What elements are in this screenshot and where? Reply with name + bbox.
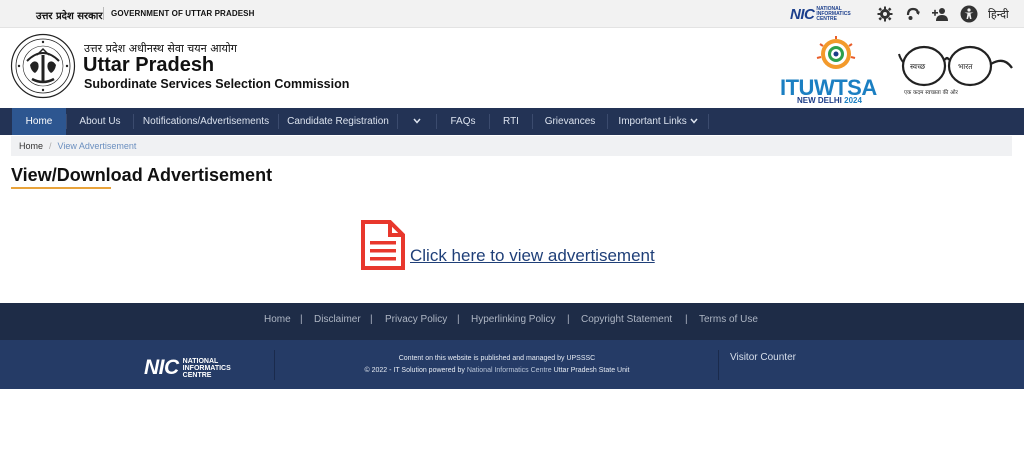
footer-divider: | [457,314,460,325]
swachh-left-text: स्वच्छ [910,62,926,71]
nic-footer-logo-subtext: NATIONAL INFORMATICS CENTRE [182,357,231,379]
site-header: उत्तर प्रदेश अधीनस्थ सेवा चयन आयोग Uttar… [0,28,1024,108]
title-underline [11,187,111,189]
gear-icon[interactable] [875,4,895,24]
government-hindi-label: उत्तर प्रदेश सरकार [36,11,103,22]
chevron-down-icon [413,116,421,127]
visitor-counter-label: Visitor Counter [730,352,796,363]
organization-name: Uttar Pradesh [83,54,215,76]
page-title: View/Download Advertisement [11,165,273,185]
nic-logo-subtext: NATIONAL INFORMATICS CENTRE [816,5,851,22]
organization-subtitle: Subordinate Services Selection Commissio… [84,77,350,91]
up-state-emblem-icon[interactable] [10,33,76,99]
nav-item-notifications[interactable]: Notifications/Advertisements [134,108,278,135]
nic-logo-text: NIC [790,5,815,23]
footer-published-text: Content on this website is published and… [398,355,596,362]
nav-divider [708,114,709,129]
nav-item-faqs[interactable]: FAQs [437,108,489,135]
swachh-bharat-logo[interactable]: स्वच्छ भारत एक कदम स्वच्छता की ओर [898,38,1016,100]
nav-item-about-us[interactable]: About Us [67,108,133,135]
document-icon[interactable] [360,219,406,271]
government-english-label: GOVERNMENT OF UTTAR PRADESH [111,9,255,18]
footer-links-bar: Home | Disclaimer | Privacy Policy | Hyp… [0,303,1024,340]
chevron-down-icon [690,116,698,127]
breadcrumb-current: View Advertisement [57,141,137,151]
footer-divider: | [685,314,688,325]
footer-link-copyright-statement[interactable]: Copyright Statement [581,314,672,325]
nav-item-dropdown[interactable] [398,108,436,135]
footer-divider [274,350,275,380]
breadcrumb-home[interactable]: Home [19,141,43,151]
footer-link-disclaimer[interactable]: Disclaimer [314,314,361,325]
swachh-right-text: भारत [958,62,973,71]
breadcrumb: Home / View Advertisement [11,136,1012,156]
nic-logo[interactable]: NIC NATIONAL INFORMATICS CENTRE [790,5,851,23]
breadcrumb-divider: / [49,141,52,151]
important-links-label: Important Links [618,116,687,127]
accessibility-icon[interactable] [959,4,979,24]
nic-footer-logo-text: NIC [144,356,179,379]
nav-item-home[interactable]: Home [12,108,66,135]
footer-copyright-text: © 2022 - IT Solution powered by National… [364,367,630,374]
footer-link-hyperlinking-policy[interactable]: Hyperlinking Policy [471,314,555,325]
nav-item-candidate-registration[interactable]: Candidate Registration [279,108,397,135]
hindi-language-link[interactable]: हिन्दी [988,7,1009,22]
footer-nic-link[interactable]: National Informatics Centre [467,367,552,374]
view-advertisement-link[interactable]: Click here to view advertisement [410,246,655,266]
footer-link-privacy-policy[interactable]: Privacy Policy [385,314,447,325]
top-bar: उत्तर प्रदेश सरकार GOVERNMENT OF UTTAR P… [0,0,1024,28]
footer-divider [718,350,719,380]
footer-divider: | [300,314,303,325]
footer-divider: | [567,314,570,325]
nav-item-important-links[interactable]: Important Links [608,108,708,135]
footer-link-terms-of-use[interactable]: Terms of Use [699,314,758,325]
swachh-tagline: एक कदम स्वच्छता की ओर [904,89,959,96]
screen-reader-icon[interactable] [903,4,923,24]
event-city: NEW DELHI 2024 [797,96,862,105]
divider [103,7,104,20]
nav-item-grievances[interactable]: Grievances [533,108,607,135]
main-navigation: Home About Us Notifications/Advertisemen… [0,108,1024,135]
footer-bottom: NIC NATIONAL INFORMATICS CENTRE Content … [0,340,1024,389]
footer-divider: | [370,314,373,325]
footer-link-home[interactable]: Home [264,314,291,325]
nav-item-rti[interactable]: RTI [490,108,532,135]
nic-footer-logo[interactable]: NIC NATIONAL INFORMATICS CENTRE [144,356,231,380]
sitemap-icon[interactable] [931,4,951,24]
